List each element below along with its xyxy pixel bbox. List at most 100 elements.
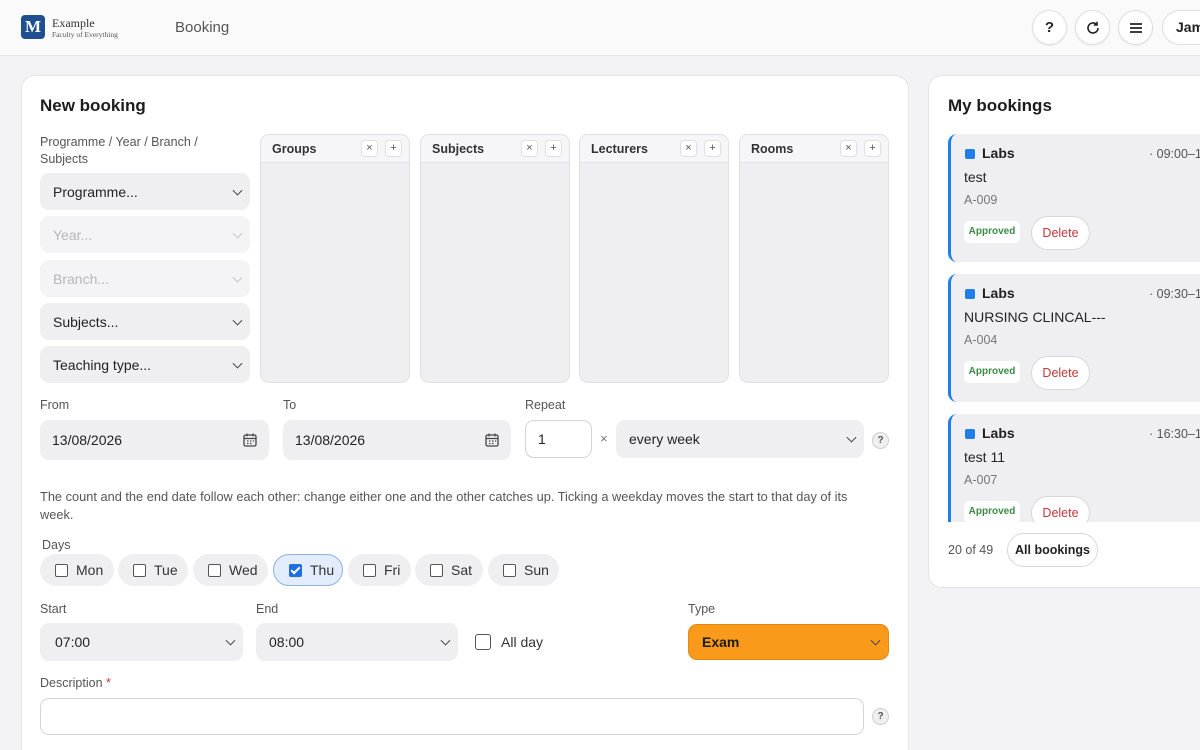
day-label: Fri: [384, 562, 401, 578]
logo[interactable]: M: [21, 15, 45, 39]
my-bookings-title: My bookings: [948, 96, 1052, 115]
question-icon: ?: [1044, 19, 1055, 36]
bookings-count: 20 of 49: [948, 543, 994, 557]
day-label: Thu: [310, 562, 335, 578]
all-day-toggle[interactable]: All day: [475, 634, 543, 650]
chevron-down-icon: [846, 432, 857, 443]
teaching-type-select[interactable]: Teaching type...: [40, 346, 250, 383]
status-badge: Approved: [964, 221, 1020, 243]
subjects-select[interactable]: Subjects...: [40, 303, 250, 340]
checkbox[interactable]: [503, 563, 516, 577]
booking-room: A-009: [964, 193, 998, 207]
refresh-button[interactable]: [1075, 10, 1110, 45]
booking-time: · 09:00–1: [1149, 147, 1200, 161]
to-date-value: 13/08/2026: [295, 432, 366, 448]
day-thu[interactable]: Thu: [273, 554, 343, 586]
checkbox[interactable]: [363, 563, 376, 577]
booking-room: A-007: [964, 473, 998, 487]
clear-rooms-button[interactable]: ×: [840, 140, 857, 157]
to-label: To: [283, 398, 297, 412]
type-select[interactable]: Exam: [688, 624, 889, 660]
to-date-input[interactable]: 13/08/2026: [283, 420, 511, 460]
repeat-hint: The count and the end date follow each o…: [40, 489, 848, 522]
clear-lecturers-button[interactable]: ×: [680, 140, 697, 157]
start-label: Start: [40, 602, 67, 616]
repeat-frequency-value: every week: [629, 431, 700, 447]
day-label: Sat: [451, 562, 473, 578]
panel-title: Subjects: [432, 142, 485, 156]
help-button[interactable]: ?: [1032, 10, 1067, 45]
org-name: Example: [52, 16, 95, 30]
checkbox[interactable]: [208, 563, 221, 577]
clear-subjects-button[interactable]: ×: [521, 140, 538, 157]
all-bookings-button[interactable]: All bookings: [1007, 533, 1098, 567]
day-label: Mon: [76, 562, 104, 578]
all-day-checkbox[interactable]: [475, 634, 491, 650]
checkbox-checked[interactable]: [289, 563, 302, 577]
menu-icon: [1129, 22, 1142, 33]
required-mark: *: [106, 676, 111, 690]
branch-select[interactable]: Branch...: [40, 260, 250, 297]
panel-title: Groups: [272, 142, 317, 156]
booking-time: · 09:30–1: [1149, 287, 1200, 301]
booking-item[interactable]: Labs · 09:30–1 NURSING CLINCAL--- A-004 …: [948, 274, 1200, 402]
checkbox[interactable]: [133, 563, 146, 577]
delete-button[interactable]: Delete: [1031, 496, 1090, 522]
add-group-button[interactable]: +: [385, 140, 402, 157]
repeat-count-value: 1: [538, 431, 546, 447]
year-select[interactable]: Year...: [40, 216, 250, 253]
year-value: Year...: [53, 226, 93, 243]
add-lecturer-button[interactable]: +: [704, 140, 721, 157]
booking-time: · 16:30–1: [1149, 427, 1200, 441]
type-label: Type: [688, 602, 716, 616]
panel-header: Lecturers × +: [580, 135, 728, 163]
status-badge: Approved: [964, 361, 1020, 383]
delete-button[interactable]: Delete: [1031, 216, 1090, 250]
day-label: Sun: [524, 562, 549, 578]
programme-select[interactable]: Programme...: [40, 173, 250, 210]
repeat-count-input[interactable]: 1: [525, 420, 592, 458]
user-button[interactable]: Jam: [1162, 10, 1200, 45]
labs-color-dot: [965, 429, 975, 439]
repeat-frequency-select[interactable]: every week: [616, 420, 864, 458]
booking-list-viewport[interactable]: Labs · 16:30–1 test 11 A-007 Approved De…: [948, 414, 1200, 522]
description-help-icon[interactable]: ?: [872, 708, 889, 725]
day-fri[interactable]: Fri: [348, 554, 411, 586]
repeat-help-icon[interactable]: ?: [872, 432, 889, 449]
day-label: Tue: [154, 562, 178, 578]
day-wed[interactable]: Wed: [193, 554, 268, 586]
booking-name: test: [964, 169, 987, 185]
booking-item[interactable]: Labs · 16:30–1 test 11 A-007 Approved De…: [948, 414, 1200, 522]
branch-value: Branch...: [53, 270, 110, 287]
add-subject-button[interactable]: +: [545, 140, 562, 157]
add-room-button[interactable]: +: [864, 140, 881, 157]
day-sun[interactable]: Sun: [488, 554, 559, 586]
booking-item[interactable]: Labs · 09:00–1 test A-009 Approved Delet…: [948, 134, 1200, 262]
from-date-input[interactable]: 13/08/2026: [40, 420, 269, 460]
checkbox[interactable]: [55, 563, 68, 577]
teaching-type-value: Teaching type...: [53, 356, 152, 373]
org-subtitle: Faculty of Everything: [52, 30, 118, 39]
day-tue[interactable]: Tue: [118, 554, 188, 586]
day-sat[interactable]: Sat: [415, 554, 483, 586]
subjects-value: Subjects...: [53, 313, 119, 330]
booking-tag: Labs: [982, 145, 1015, 161]
description-label-text: Description: [40, 676, 103, 690]
times-sign: ×: [600, 431, 608, 446]
calendar-icon: [485, 433, 499, 447]
delete-button[interactable]: Delete: [1031, 356, 1090, 390]
description-input[interactable]: [40, 698, 864, 735]
day-mon[interactable]: Mon: [40, 554, 114, 586]
chevron-down-icon: [225, 635, 236, 646]
repeat-label: Repeat: [525, 398, 566, 412]
chevron-down-icon: [870, 635, 881, 646]
filters-label: Programme / Year / Branch / Subjects: [40, 135, 198, 166]
end-time-select[interactable]: 08:00: [256, 623, 458, 661]
labs-color-dot: [965, 149, 975, 159]
start-time-select[interactable]: 07:00: [40, 623, 243, 661]
clear-groups-button[interactable]: ×: [361, 140, 378, 157]
checkbox[interactable]: [430, 563, 443, 577]
start-time-value: 07:00: [55, 634, 91, 650]
menu-button[interactable]: [1118, 10, 1153, 45]
panel-header: Groups × +: [261, 135, 409, 163]
